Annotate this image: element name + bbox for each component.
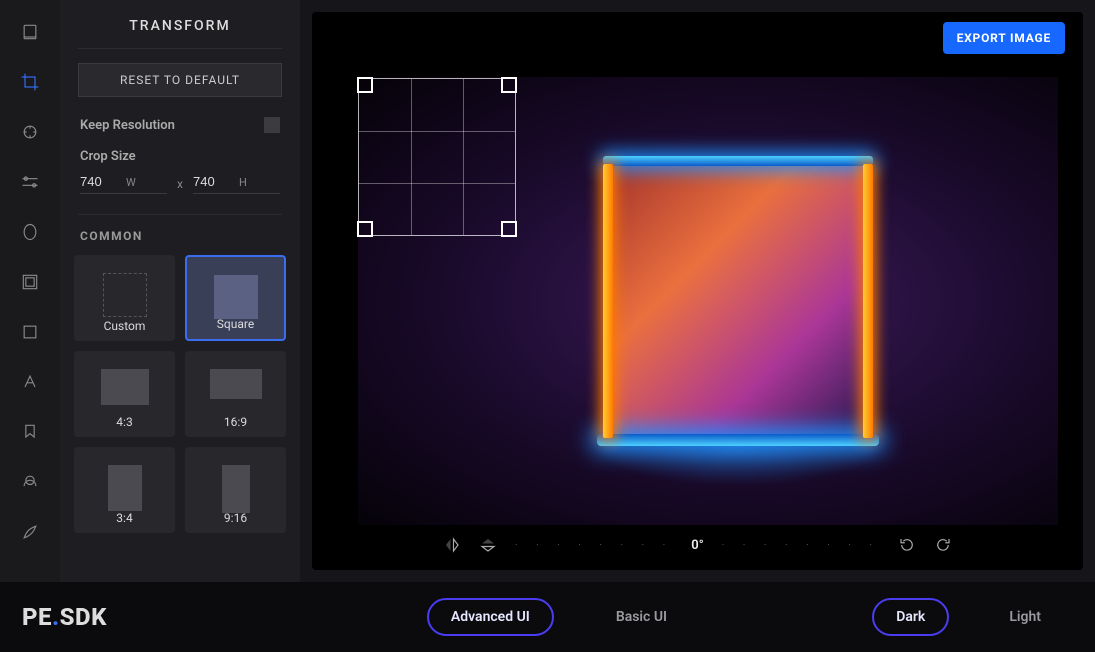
crop-size-label: Crop Size [80, 149, 280, 164]
crop-size-inputs: W x H [80, 174, 280, 194]
adjust-icon[interactable] [18, 170, 42, 194]
preset-square[interactable]: Square [185, 255, 286, 341]
crop-width-input[interactable] [80, 174, 120, 189]
preset-3-4[interactable]: 3:4 [74, 447, 175, 533]
draw-icon[interactable] [18, 520, 42, 544]
divider [78, 48, 282, 49]
neon-artwork [603, 156, 873, 446]
dark-theme-button[interactable]: Dark [872, 598, 949, 636]
crop-height-input[interactable] [193, 174, 233, 189]
tool-rail [0, 0, 60, 582]
ui-mode-switch: Advanced UI Basic UI [427, 598, 689, 636]
footer: PE.SDK Advanced UI Basic UI Dark Light [0, 582, 1095, 652]
logo-dot: . [52, 603, 60, 631]
logo-pre: PE [22, 603, 52, 631]
focus-icon[interactable] [18, 220, 42, 244]
preset-shape [103, 273, 147, 317]
reset-button[interactable]: RESET TO DEFAULT [78, 63, 282, 97]
logo-post: SDK [60, 603, 107, 631]
crop-size-group: Crop Size W x H [60, 149, 300, 210]
width-unit: W [126, 176, 136, 189]
transform-icon[interactable] [18, 70, 42, 94]
preset-9-16[interactable]: 9:16 [185, 447, 286, 533]
basic-ui-button[interactable]: Basic UI [594, 600, 689, 634]
angle-label: 0° [691, 538, 703, 553]
crop-handle-br[interactable] [501, 221, 517, 237]
flip-vertical-icon[interactable] [479, 536, 497, 554]
light-theme-button[interactable]: Light [987, 600, 1063, 634]
preset-scroll[interactable]: COMMON Custom Square 4:3 16:9 3:4 9:16 [60, 215, 300, 582]
keep-resolution-checkbox[interactable] [264, 117, 280, 133]
main-area: TRANSFORM RESET TO DEFAULT Keep Resoluti… [0, 0, 1095, 582]
crop-handle-bl[interactable] [357, 221, 373, 237]
logo: PE.SDK [22, 603, 107, 631]
overlay-icon[interactable] [18, 270, 42, 294]
preset-shape [214, 275, 258, 319]
brush-icon[interactable] [18, 470, 42, 494]
keep-resolution-row: Keep Resolution [60, 109, 300, 149]
angle-track-left[interactable]: · · · · · · · · [515, 540, 673, 551]
transform-panel: TRANSFORM RESET TO DEFAULT Keep Resoluti… [60, 0, 300, 582]
crop-handle-tr[interactable] [501, 77, 517, 93]
preset-label: 9:16 [224, 511, 247, 525]
library-icon[interactable] [18, 20, 42, 44]
text-icon[interactable] [18, 370, 42, 394]
preset-shape [101, 369, 149, 405]
preset-custom[interactable]: Custom [74, 255, 175, 341]
frame-icon[interactable] [18, 320, 42, 344]
angle-track-right[interactable]: · · · · · · · · [722, 540, 880, 551]
crop-height-group: H [193, 174, 280, 194]
preset-4-3[interactable]: 4:3 [74, 351, 175, 437]
preset-label: Square [217, 317, 254, 331]
sticker-icon[interactable] [18, 420, 42, 444]
rotate-ccw-icon[interactable] [898, 536, 916, 554]
canvas-wrap: EXPORT IMAGE [300, 0, 1095, 582]
theme-switch: Dark Light [872, 598, 1063, 636]
keep-resolution-label: Keep Resolution [80, 118, 175, 133]
transform-bottom-controls: · · · · · · · · 0° · · · · · · · · [312, 536, 1083, 554]
panel-title: TRANSFORM [60, 0, 300, 48]
crop-handle-tl[interactable] [357, 77, 373, 93]
preset-label: 4:3 [116, 415, 132, 429]
preset-shape [108, 465, 142, 511]
filters-icon[interactable] [18, 120, 42, 144]
preset-grid: Custom Square 4:3 16:9 3:4 9:16 [74, 255, 286, 533]
rotate-cw-icon[interactable] [934, 536, 952, 554]
crop-times: x [173, 177, 187, 191]
advanced-ui-button[interactable]: Advanced UI [427, 598, 554, 636]
crop-overlay[interactable] [358, 78, 516, 236]
preset-16-9[interactable]: 16:9 [185, 351, 286, 437]
canvas[interactable]: · · · · · · · · 0° · · · · · · · · [312, 12, 1083, 570]
preset-label: Custom [104, 319, 146, 333]
height-unit: H [239, 176, 247, 189]
export-button[interactable]: EXPORT IMAGE [943, 22, 1065, 54]
preset-label: 16:9 [224, 415, 247, 429]
preset-shape [210, 369, 262, 399]
preset-shape [222, 465, 250, 513]
flip-horizontal-icon[interactable] [443, 536, 461, 554]
crop-width-group: W [80, 174, 167, 194]
preset-label: 3:4 [116, 511, 132, 525]
section-common: COMMON [74, 215, 286, 255]
